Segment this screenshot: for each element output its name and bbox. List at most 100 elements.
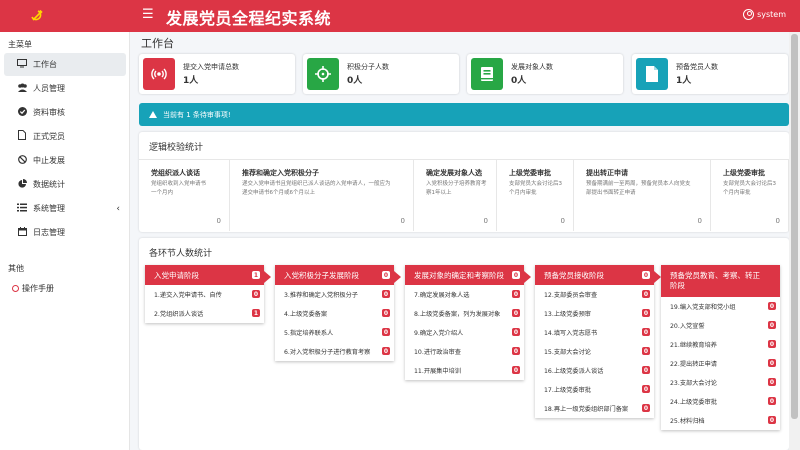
sidebar-item-review[interactable]: 资料审核 (4, 101, 126, 124)
step-label: 6.对入党积极分子进行教育考察 (284, 349, 371, 356)
stage-step[interactable]: 1.递交入党申请书、自传 0 (145, 285, 264, 304)
step-count-badge: 1 (252, 309, 260, 317)
stat-label: 预备党员人数 (676, 63, 718, 71)
stage-count-badge: 0 (382, 271, 390, 279)
user-name: system (757, 10, 786, 19)
book-icon (471, 58, 503, 90)
menu-toggle-icon[interactable]: ☰ (142, 7, 154, 22)
step-count-badge: 0 (642, 404, 650, 412)
scrollbar-thumb[interactable] (791, 34, 798, 419)
sidebar-item-workbench[interactable]: 工作台 (4, 53, 126, 76)
sidebar-item-help[interactable]: 操作手册 (12, 283, 54, 294)
ban-icon (16, 154, 28, 167)
stage-step[interactable]: 24.上级党委审批 0 (661, 392, 780, 411)
stage-header[interactable]: 入党积极分子发展阶段 0 (275, 265, 401, 285)
logic-column-desc: 支部党员大会讨论后3 个月内审批 (723, 181, 776, 196)
logic-column-title: 推荐和确定入党积极分子 (242, 169, 319, 177)
step-label: 22.提出转正申请 (670, 361, 717, 368)
sidebar: 主菜单 工作台 人员管理 资料审核 正式党员 中止发展 数据统计 系统管理 ‹ … (0, 32, 130, 450)
calendar-icon (16, 226, 28, 239)
logic-column-desc: 递交入党申请书且党组织已派人谈话的入党申请人，一般应为 递交申请书6个月或6个月… (242, 181, 391, 196)
stage-step[interactable]: 17.上级党委审批 0 (535, 380, 654, 399)
sidebar-item-label: 人员管理 (33, 84, 65, 93)
sidebar-item-suspended[interactable]: 中止发展 (4, 149, 126, 172)
stat-value: 1人 (676, 76, 692, 86)
step-count-badge: 0 (768, 397, 776, 405)
step-count-badge: 0 (768, 302, 776, 310)
stage-title: 发展对象的确定和考察阶段 (414, 270, 504, 280)
step-label: 19.编入党支部和党小组 (670, 304, 736, 311)
step-label: 25.材料归档 (670, 418, 705, 425)
user-circle-icon (743, 9, 755, 20)
stage-step[interactable]: 16.上级党委派人谈话 0 (535, 361, 654, 380)
logic-column-title: 上级党委审批 (723, 169, 765, 177)
stage-step[interactable]: 18.再上一级党委组织部门备案 0 (535, 399, 654, 418)
stage-step[interactable]: 3.推荐和确定入党积极分子 0 (275, 285, 394, 304)
stage-step[interactable]: 12.支部委员会审查 0 (535, 285, 654, 304)
stage-title: 入党申请阶段 (154, 270, 199, 280)
pending-alert[interactable]: 当前有 1 条待审事项! (139, 103, 789, 126)
stat-label: 积极分子人数 (347, 63, 389, 71)
logic-column-title: 确定发展对象人选 (426, 169, 482, 177)
step-label: 15.支部大会讨论 (544, 349, 591, 356)
stage-step[interactable]: 6.对入党积极分子进行教育考察 0 (275, 342, 394, 361)
stage-step[interactable]: 25.材料归档 0 (661, 411, 780, 430)
sidebar-item-system[interactable]: 系统管理 ‹ (4, 197, 126, 220)
sidebar-item-logs[interactable]: 日志管理 (4, 221, 126, 244)
stage-step[interactable]: 11.开展集中培训 0 (405, 361, 524, 380)
step-count-badge: 0 (768, 340, 776, 348)
step-label: 8.上级党委备案，列为发展对象 (414, 311, 501, 318)
logic-column-title: 提出转正申请 (586, 169, 628, 177)
sidebar-item-members[interactable]: 正式党员 (4, 125, 126, 148)
circle-icon (12, 285, 19, 292)
stage-step[interactable]: 23.支部大会讨论 0 (661, 373, 780, 392)
stage-header[interactable]: 入党申请阶段 1 (145, 265, 271, 285)
broadcast-icon (143, 58, 175, 90)
logic-column-value: 0 (697, 217, 702, 225)
step-label: 23.支部大会讨论 (670, 380, 717, 387)
user-menu[interactable]: system (743, 9, 786, 20)
stage-step[interactable]: 5.指定培养联系人 0 (275, 323, 394, 342)
step-label: 16.上级党委派人谈话 (544, 368, 604, 375)
stage-header[interactable]: 预备党员教育、考察、转正阶段 (661, 265, 780, 297)
stage-step[interactable]: 19.编入党支部和党小组 0 (661, 297, 780, 316)
party-emblem-logo (0, 0, 130, 32)
stat-label: 提交入党申请总数 (183, 63, 239, 71)
stage-title: 预备党员教育、考察、转正阶段 (670, 271, 760, 290)
stage-step[interactable]: 10.进行政治审查 0 (405, 342, 524, 361)
step-label: 7.确定发展对象人选 (414, 292, 470, 299)
step-count-badge: 0 (642, 366, 650, 374)
step-count-badge: 0 (382, 328, 390, 336)
stage-step[interactable]: 20.入党宣誓 0 (661, 316, 780, 335)
stage-count-badge: 1 (252, 271, 260, 279)
logic-column-desc: 支部党员大会讨论后3 个月内审批 (509, 181, 562, 196)
logic-column-value: 0 (216, 217, 221, 225)
page-scrollbar[interactable] (789, 32, 800, 450)
stage-step[interactable]: 8.上级党委备案，列为发展对象 0 (405, 304, 524, 323)
stage-step[interactable]: 4.上级党委备案 0 (275, 304, 394, 323)
sidebar-item-label: 数据统计 (33, 180, 65, 189)
stage-title: 预备党员接收阶段 (544, 270, 604, 280)
stage-step[interactable]: 9.确定入党介绍人 0 (405, 323, 524, 342)
stage-step[interactable]: 15.支部大会讨论 0 (535, 342, 654, 361)
stage-step[interactable]: 13.上级党委预审 0 (535, 304, 654, 323)
stage-step[interactable]: 21.继续教育培养 0 (661, 335, 780, 354)
step-label: 3.推荐和确定入党积极分子 (284, 292, 358, 299)
step-count-badge: 0 (512, 328, 520, 336)
stage-step[interactable]: 2.党组织派人谈话 1 (145, 304, 264, 323)
sidebar-item-personnel[interactable]: 人员管理 (4, 77, 126, 100)
stage-step[interactable]: 14.填写入党志愿书 0 (535, 323, 654, 342)
stage-header[interactable]: 发展对象的确定和考察阶段 0 (405, 265, 531, 285)
step-count-badge: 0 (642, 328, 650, 336)
step-label: 11.开展集中培训 (414, 368, 461, 375)
sidebar-item-statistics[interactable]: 数据统计 (4, 173, 126, 196)
stage-count-badge: 0 (512, 271, 520, 279)
stage-step[interactable]: 7.确定发展对象人选 0 (405, 285, 524, 304)
stage-step[interactable]: 22.提出转正申请 0 (661, 354, 780, 373)
alert-text: 当前有 1 条待审事项! (163, 110, 231, 119)
logic-column-title: 党组织派人谈话 (151, 169, 200, 177)
stage-column: 预备党员接收阶段 0 12.支部委员会审查 0 13.上级党委预审 0 14.填写入… (535, 265, 661, 418)
sidebar-section-other: 其他 (8, 264, 24, 273)
step-count-badge: 0 (768, 359, 776, 367)
stage-header[interactable]: 预备党员接收阶段 0 (535, 265, 661, 285)
